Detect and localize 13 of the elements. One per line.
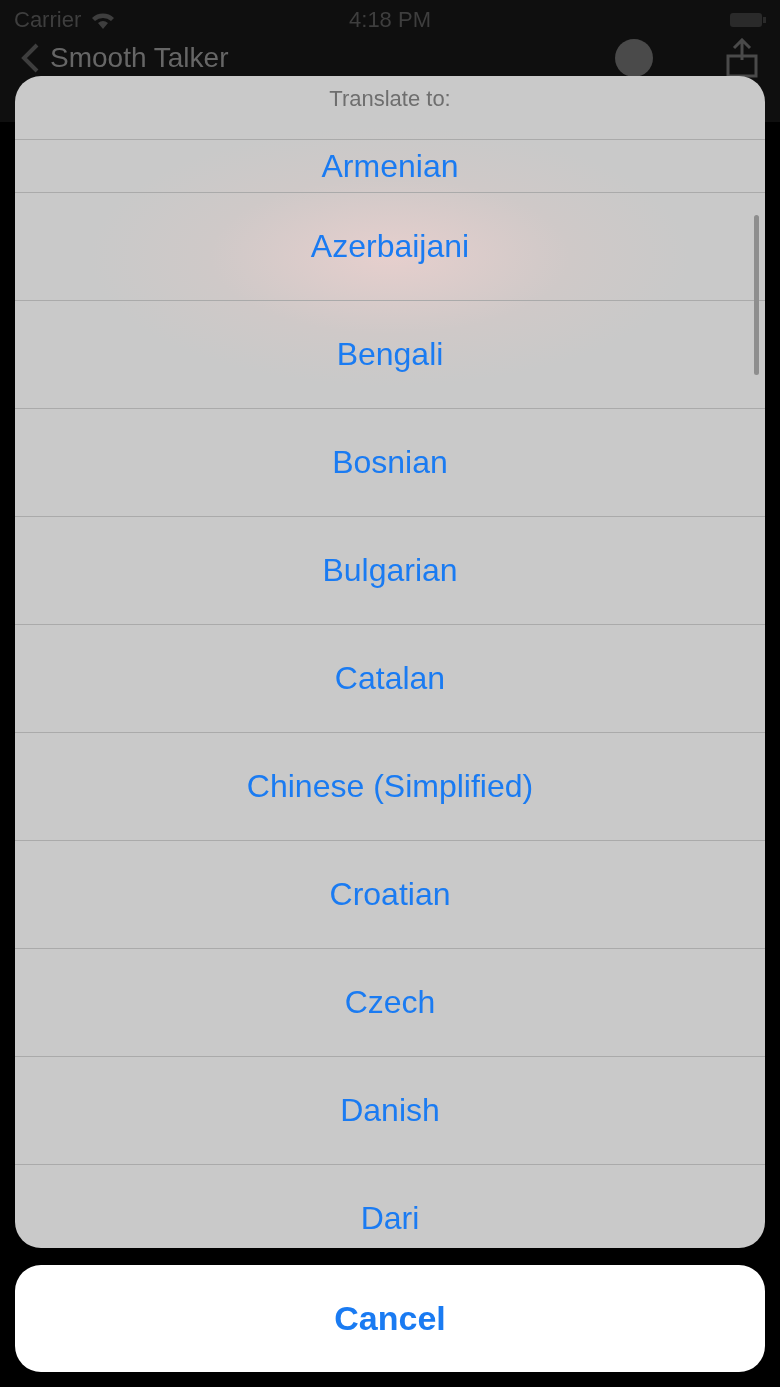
language-option[interactable]: Czech [15,949,765,1057]
language-option[interactable]: Chinese (Simplified) [15,733,765,841]
language-option[interactable]: Croatian [15,841,765,949]
battery-icon [730,12,766,28]
sheet-title: Translate to: [329,86,451,112]
share-icon[interactable] [724,38,760,78]
nav-title: Smooth Talker [50,42,230,74]
cancel-button[interactable]: Cancel [15,1265,765,1372]
language-option[interactable]: Catalan [15,625,765,733]
language-option[interactable]: Armenian [15,140,765,193]
language-option[interactable]: Bosnian [15,409,765,517]
language-option[interactable]: Danish [15,1057,765,1165]
language-option[interactable]: Bulgarian [15,517,765,625]
